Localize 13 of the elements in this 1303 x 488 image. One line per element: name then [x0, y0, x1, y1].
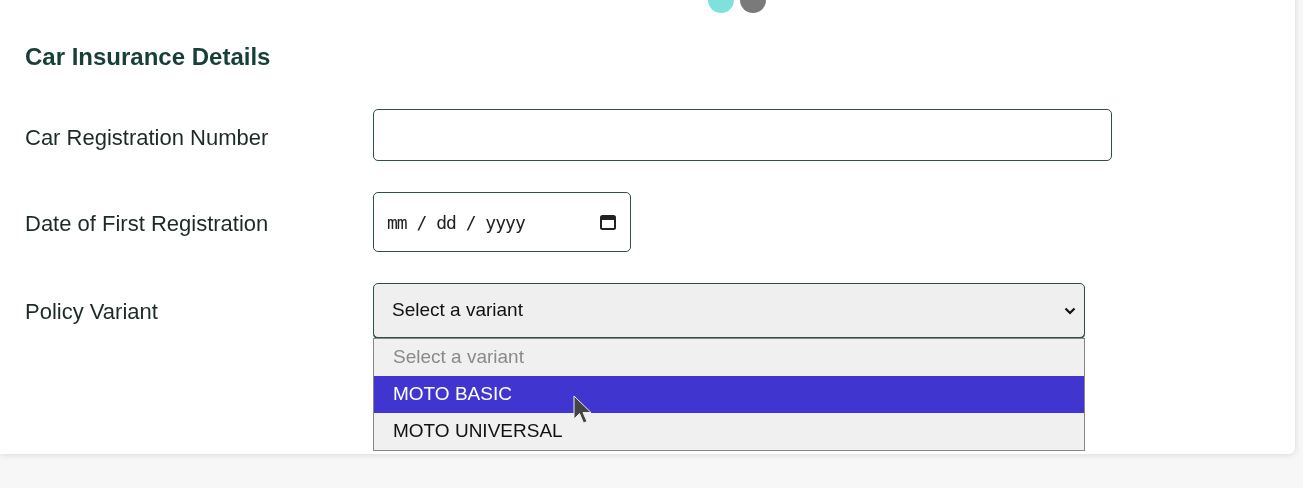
chevron-down-icon — [1064, 306, 1076, 315]
field-label: Date of First Registration — [24, 210, 270, 238]
variant-select[interactable]: Select a variant — [373, 283, 1085, 338]
dropdown-option[interactable]: MOTO UNIVERSAL — [374, 413, 1084, 450]
text-field[interactable] — [373, 109, 1112, 161]
calendar-icon[interactable] — [599, 213, 617, 231]
field-label: Car Registration Number — [24, 124, 270, 152]
dropdown-option[interactable]: MOTO BASIC — [374, 376, 1084, 413]
field-label: Policy Variant — [24, 298, 159, 326]
section-heading: Car Insurance Details — [25, 42, 272, 72]
date-field[interactable]: mm / dd / yyyy — [373, 192, 631, 252]
date-placeholder: mm / dd / yyyy — [387, 210, 525, 235]
mouse-pointer-icon — [573, 395, 593, 425]
